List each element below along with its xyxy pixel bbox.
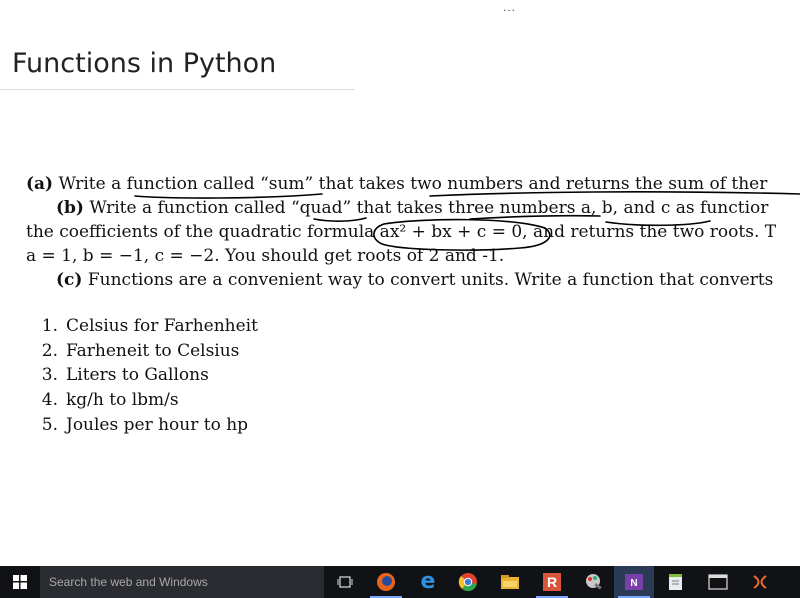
chrome-icon (458, 573, 477, 592)
list-item: 4. kg/h to lbm/s (30, 390, 179, 410)
svg-text:N: N (630, 578, 637, 589)
task-view-icon (337, 576, 353, 588)
problem-b-line3: a = 1, b = −1, c = −2. You should get ro… (26, 246, 504, 266)
problem-b-text-3: a = 1, b = −1, c = −2. You should get ro… (26, 246, 505, 266)
taskbar-file-explorer[interactable] (490, 566, 530, 598)
problem-c-label: (c) (56, 270, 83, 290)
slide-title: Functions in Python (12, 48, 277, 79)
notepad-icon (669, 574, 682, 590)
overflow-menu-icon[interactable]: ... (503, 0, 516, 14)
problem-a: (a) Write a function called “sum” that t… (26, 174, 767, 194)
onenote-icon: N (625, 574, 643, 590)
list-item-text: Farheneit to Celsius (66, 341, 240, 361)
taskbar-firefox[interactable] (366, 566, 406, 598)
list-item-text: Joules per hour to hp (66, 415, 249, 435)
list-item: 1. Celsius for Farhenheit (30, 316, 258, 336)
list-item: 5. Joules per hour to hp (30, 415, 248, 435)
search-placeholder: Search the web and Windows (49, 575, 208, 589)
taskbar-onenote[interactable]: N (614, 566, 654, 598)
windows-start-icon (13, 575, 27, 589)
svg-text:R: R (547, 574, 557, 590)
task-view-button[interactable] (325, 566, 365, 598)
list-item-number: 2. (41, 341, 58, 361)
slide-content: (a) Write a function called “sum” that t… (0, 170, 800, 450)
problem-a-text: Write a function called “sum” that takes… (58, 174, 768, 194)
firefox-icon (377, 573, 395, 591)
problem-b-line1: (b) Write a function called “quad” that … (56, 198, 768, 218)
edge-icon: e (420, 569, 436, 594)
list-item-number: 3. (41, 365, 58, 385)
taskbar-terminal[interactable] (698, 566, 738, 598)
taskbar-edge[interactable]: e (408, 566, 448, 598)
problem-b-text-2: the coefficients of the quadratic formul… (26, 222, 777, 242)
list-item-text: Celsius for Farhenheit (66, 316, 258, 336)
taskbar-r-app[interactable]: R (532, 566, 572, 598)
taskbar-notepad[interactable] (656, 566, 696, 598)
paint-icon (586, 574, 602, 590)
taskbar-paint[interactable] (574, 566, 614, 598)
list-item: 2. Farheneit to Celsius (30, 341, 240, 361)
taskbar-snipping-tool[interactable] (740, 566, 780, 598)
file-explorer-icon (501, 575, 519, 589)
list-item: 3. Liters to Gallons (30, 365, 209, 385)
problem-c: (c) Functions are a convenient way to co… (56, 270, 773, 290)
title-divider (0, 89, 355, 90)
problem-b-text-1: Write a function called “quad” that take… (89, 198, 769, 218)
problem-a-label: (a) (26, 174, 54, 194)
r-app-icon: R (543, 573, 561, 591)
list-item-text: kg/h to lbm/s (66, 390, 179, 410)
taskbar: Search the web and Windows e R N (0, 566, 800, 598)
problem-b-line2: the coefficients of the quadratic formul… (26, 222, 776, 242)
list-item-number: 5. (41, 415, 58, 435)
problem-b-label: (b) (56, 198, 84, 218)
taskbar-chrome[interactable] (448, 566, 488, 598)
list-item-text: Liters to Gallons (66, 365, 209, 385)
snipping-tool-icon (753, 575, 767, 589)
terminal-icon (708, 574, 728, 590)
problem-c-text: Functions are a convenient way to conver… (87, 270, 774, 290)
taskbar-search-box[interactable]: Search the web and Windows (40, 566, 324, 598)
list-item-number: 4. (41, 390, 58, 410)
list-item-number: 1. (41, 316, 58, 336)
start-button[interactable] (0, 566, 40, 598)
